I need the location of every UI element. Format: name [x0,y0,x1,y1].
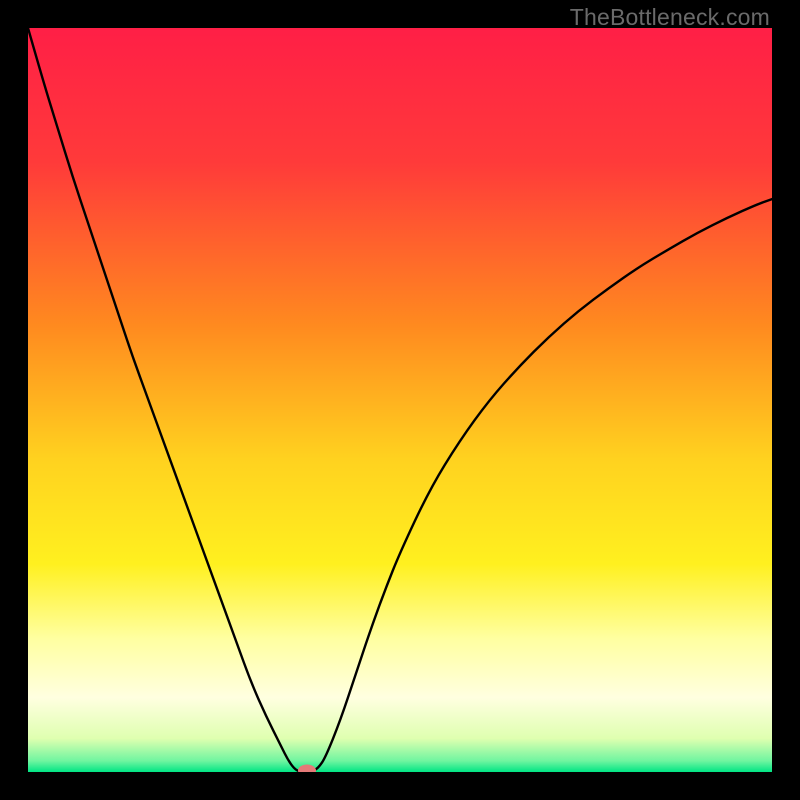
watermark-text: TheBottleneck.com [570,4,770,31]
gradient-background [28,28,772,772]
chart-svg [28,28,772,772]
chart-frame [28,28,772,772]
